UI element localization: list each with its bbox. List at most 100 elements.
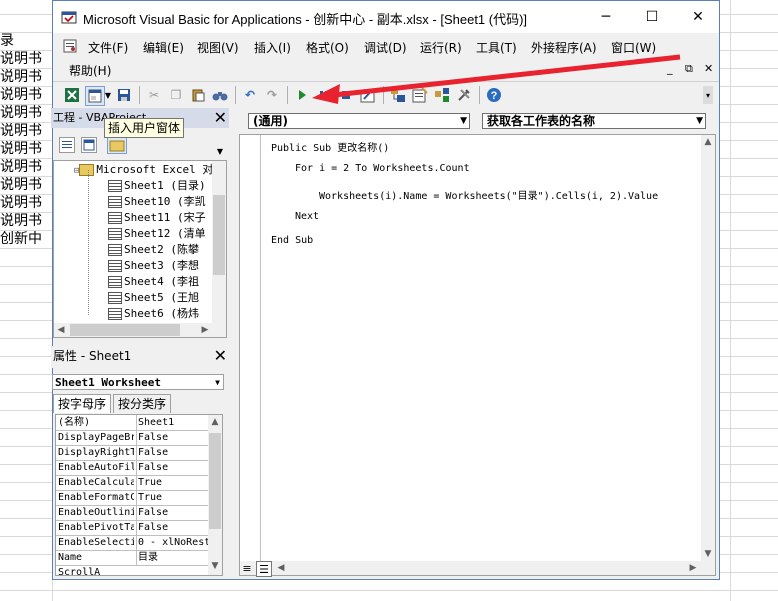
toolbox-button[interactable]: [455, 86, 473, 104]
project-tree-vscroll[interactable]: [212, 161, 226, 323]
code-line[interactable]: Worksheets(i).Name = Worksheets("目录").Ce…: [319, 187, 658, 202]
run-button[interactable]: [293, 86, 311, 104]
property-row[interactable]: EnableFormatC True: [56, 490, 208, 506]
project-tree-hscroll[interactable]: ◀ ▶: [54, 323, 226, 337]
properties-vscroll[interactable]: ▲ ▼: [208, 415, 222, 575]
redo-button[interactable]: ↷: [263, 86, 281, 104]
scroll-left-icon[interactable]: ◀: [274, 561, 288, 575]
excel-cell[interactable]: 说明书: [0, 68, 52, 86]
excel-cell[interactable]: 说明书: [0, 50, 52, 68]
menu-window[interactable]: 窗口(W): [611, 39, 656, 56]
code-editor[interactable]: Public Sub 更改名称() For i = 2 To Worksheet…: [239, 134, 716, 577]
property-value[interactable]: 目录: [136, 550, 210, 565]
property-row[interactable]: EnableSelecti 0 - xlNoRest: [56, 535, 210, 551]
design-mode-button[interactable]: [359, 86, 377, 104]
tree-node-excel-objects[interactable]: ⊟ Microsoft Excel 对: [74, 162, 213, 178]
property-value[interactable]: False: [136, 430, 210, 445]
property-value[interactable]: False: [136, 445, 210, 460]
property-value[interactable]: False: [136, 505, 210, 520]
excel-cell[interactable]: 说明书: [0, 122, 52, 140]
reset-button[interactable]: [337, 86, 355, 104]
property-row[interactable]: EnableAutoFil False: [56, 460, 208, 476]
property-row[interactable]: DisplayRightT False: [56, 445, 208, 461]
tree-node-sheet[interactable]: Sheet3 (李想: [108, 258, 199, 274]
break-button[interactable]: [315, 86, 333, 104]
excel-cell[interactable]: 创新中: [0, 230, 52, 248]
property-value[interactable]: True: [136, 475, 210, 490]
property-value[interactable]: False: [136, 520, 210, 535]
code-vscroll[interactable]: ▲ ▼: [701, 135, 715, 561]
scroll-down-icon[interactable]: ▼: [208, 559, 222, 573]
code-line[interactable]: For i = 2 To Worksheets.Count: [295, 163, 470, 174]
mdi-restore-button[interactable]: ⧉: [685, 62, 693, 76]
tree-node-sheet[interactable]: Sheet2 (陈攀: [108, 242, 199, 258]
scroll-thumb[interactable]: [209, 433, 221, 529]
excel-cell[interactable]: 说明书: [0, 194, 52, 212]
menu-addins[interactable]: 外接程序(A): [531, 39, 597, 56]
code-hscroll[interactable]: ≡ ☰ ◀ ▶: [240, 561, 715, 577]
property-row[interactable]: Name 目录: [56, 550, 208, 566]
properties-close-button[interactable]: ✕: [214, 346, 227, 366]
property-value[interactable]: 0 - xlNoRest: [136, 535, 210, 550]
cut-button[interactable]: ✂: [145, 86, 163, 104]
tree-node-sheet[interactable]: Sheet1 (目录): [108, 178, 206, 194]
scroll-up-icon[interactable]: ▲: [208, 415, 222, 429]
scroll-right-icon[interactable]: ▶: [198, 323, 212, 337]
properties-window-button[interactable]: [411, 86, 429, 104]
code-line[interactable]: Next: [295, 211, 319, 222]
code-margin[interactable]: [240, 135, 261, 575]
insert-dropdown-button[interactable]: ▼: [104, 86, 112, 104]
excel-cell[interactable]: 说明书: [0, 86, 52, 104]
excel-cell[interactable]: 说明书: [0, 140, 52, 158]
property-row[interactable]: (名称) Sheet1: [56, 415, 208, 431]
tab-alphabetic[interactable]: 按字母序: [53, 394, 112, 413]
procedure-combo[interactable]: 获取各工作表的名称 ▼: [482, 113, 706, 129]
menu-format[interactable]: 格式(O): [306, 39, 349, 56]
code-line[interactable]: Public Sub 更改名称(): [271, 139, 389, 154]
save-button[interactable]: [115, 86, 133, 104]
object-combo[interactable]: (通用) ▼: [248, 113, 470, 129]
menu-run[interactable]: 运行(R): [420, 39, 462, 56]
tree-node-sheet[interactable]: Sheet12 (清单: [108, 226, 206, 242]
property-row[interactable]: EnableCalcula True: [56, 475, 208, 491]
property-row[interactable]: ScrollA: [56, 565, 208, 575]
procedure-view-icon[interactable]: ≡: [240, 561, 254, 575]
excel-cell[interactable]: 说明书: [0, 104, 52, 122]
scroll-up-icon[interactable]: ▲: [701, 135, 715, 149]
view-code-button[interactable]: [59, 137, 75, 153]
property-row[interactable]: DisplayPageBr False: [56, 430, 208, 446]
excel-cell[interactable]: 说明书: [0, 176, 52, 194]
undo-button[interactable]: ↶: [241, 86, 259, 104]
project-explorer-button[interactable]: [389, 86, 407, 104]
menu-help[interactable]: 帮助(H): [69, 62, 111, 79]
full-module-view-icon[interactable]: ☰: [256, 561, 272, 577]
menu-view[interactable]: 视图(V): [197, 39, 239, 56]
tree-node-sheet[interactable]: Sheet5 (王旭: [108, 290, 199, 306]
insert-userform-button[interactable]: [85, 86, 105, 106]
object-browser-button[interactable]: [433, 86, 451, 104]
project-scroll-down[interactable]: ▼: [213, 134, 227, 156]
property-value[interactable]: Sheet1: [136, 415, 210, 430]
menu-file[interactable]: 文件(F): [88, 39, 128, 56]
help-button[interactable]: ?: [485, 86, 503, 104]
code-line[interactable]: End Sub: [271, 235, 313, 246]
menu-debug[interactable]: 调试(D): [364, 39, 407, 56]
maximize-button[interactable]: ☐: [629, 1, 675, 33]
tree-node-sheet[interactable]: Sheet6 (杨炜: [108, 306, 199, 322]
scroll-left-icon[interactable]: ◀: [54, 323, 68, 337]
view-object-button[interactable]: [81, 137, 97, 153]
mdi-close-button[interactable]: ✕: [704, 62, 713, 75]
minimize-button[interactable]: ─: [583, 1, 629, 33]
view-excel-button[interactable]: [63, 86, 81, 104]
tree-node-sheet[interactable]: Sheet11 (宋子: [108, 210, 206, 226]
property-value[interactable]: True: [136, 490, 210, 505]
paste-button[interactable]: [189, 86, 207, 104]
excel-cell[interactable]: 录: [0, 32, 52, 50]
close-button[interactable]: ✕: [675, 1, 721, 33]
scroll-down-icon[interactable]: ▼: [701, 547, 715, 561]
scroll-right-icon[interactable]: ▶: [686, 561, 700, 575]
project-explorer-close-button[interactable]: ✕: [214, 108, 227, 128]
excel-cell[interactable]: 说明书: [0, 212, 52, 230]
module-menu-icon[interactable]: [63, 39, 77, 53]
menu-tools[interactable]: 工具(T): [476, 39, 517, 56]
